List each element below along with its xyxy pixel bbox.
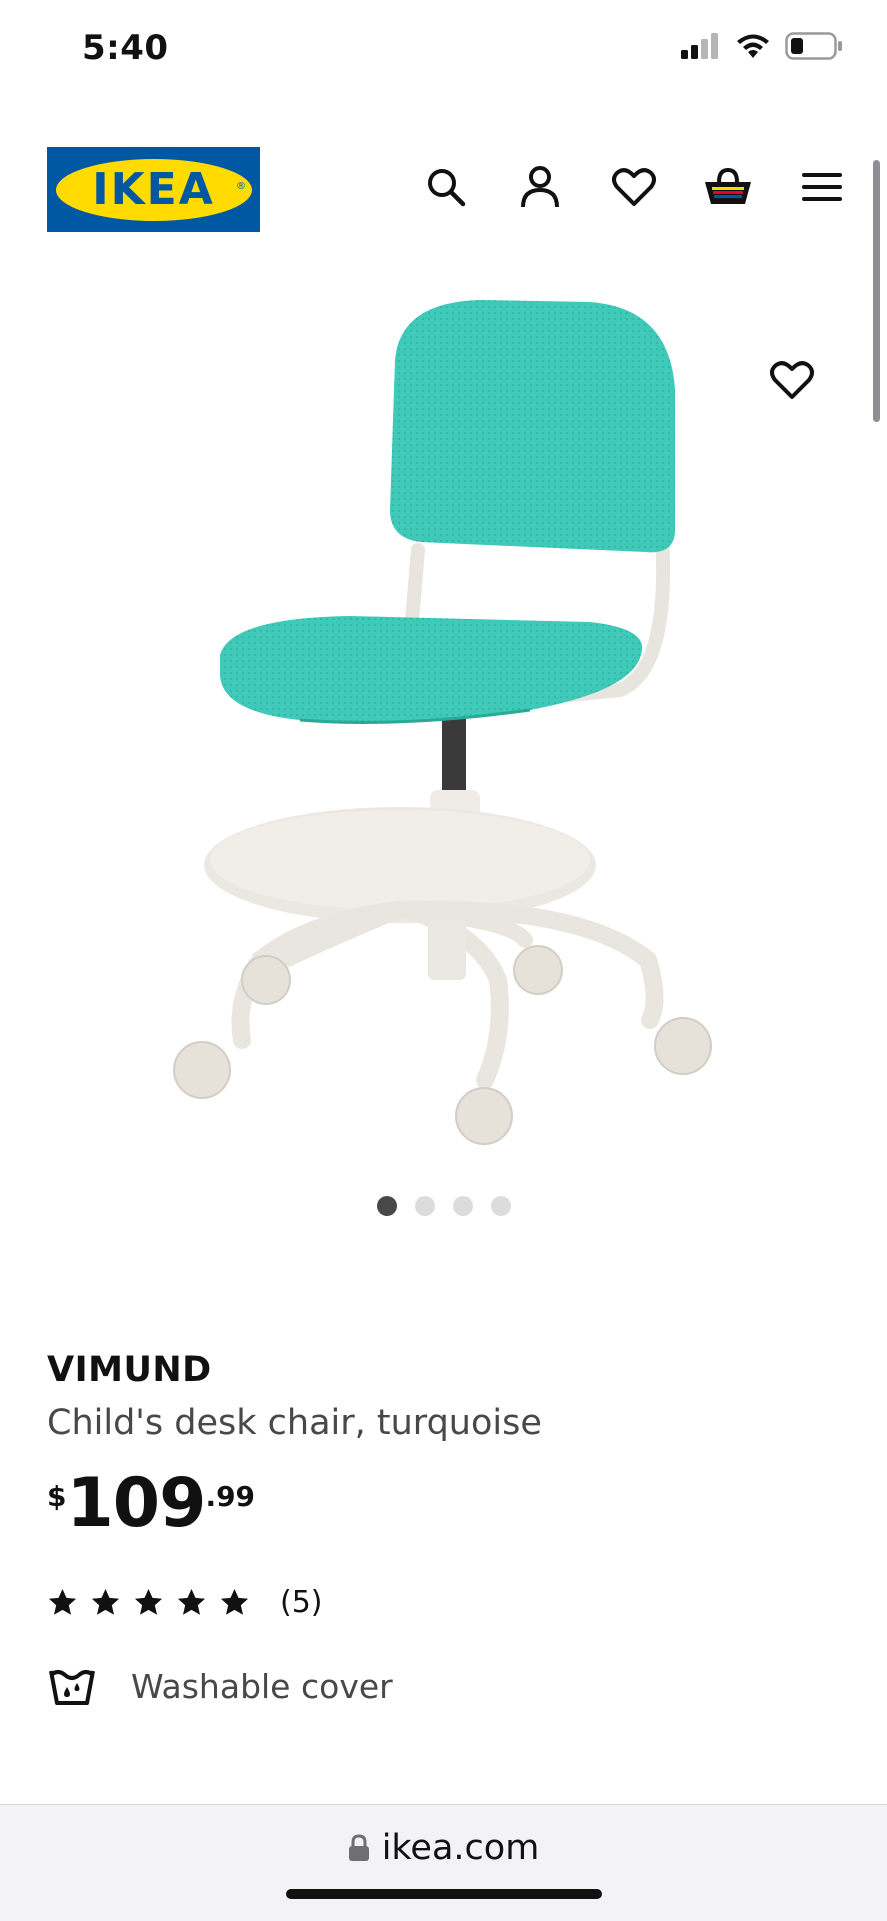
product-name: VIMUND <box>47 1350 212 1390</box>
rating-count[interactable]: (5) <box>280 1585 323 1620</box>
gallery-pagination <box>0 1196 887 1216</box>
address-bar[interactable]: ikea.com <box>0 1828 887 1868</box>
home-indicator[interactable] <box>286 1889 602 1899</box>
washable-icon <box>49 1670 95 1705</box>
search-icon <box>428 169 466 207</box>
star-icon <box>134 1588 163 1615</box>
product-rating[interactable]: (5) <box>47 1585 323 1620</box>
product-description: Child's desk chair, turquoise <box>47 1403 542 1443</box>
heart-icon <box>612 168 656 206</box>
url-text[interactable]: ikea.com <box>382 1828 540 1868</box>
cart-button[interactable] <box>703 162 753 212</box>
account-icon <box>521 166 559 208</box>
logo-registered-mark: ® <box>236 181 246 192</box>
status-time: 5:40 <box>82 28 169 68</box>
star-icon <box>177 1588 206 1615</box>
search-button[interactable] <box>421 162 471 212</box>
logo-text: IKEA <box>92 163 215 215</box>
wifi-icon <box>737 34 769 58</box>
logo-ellipse: IKEA <box>55 158 252 221</box>
page-scrollbar[interactable] <box>873 160 880 422</box>
status-icons <box>681 32 843 60</box>
price-currency: $ <box>47 1480 67 1513</box>
account-button[interactable] <box>515 162 565 212</box>
gallery-dot[interactable] <box>376 1196 397 1216</box>
star-icon <box>48 1588 77 1615</box>
cellular-signal-icon <box>681 33 718 59</box>
gallery-dot[interactable] <box>452 1196 473 1216</box>
star-icon <box>91 1588 120 1615</box>
price-decimal: .99 <box>205 1480 256 1513</box>
gallery-dot[interactable] <box>490 1196 511 1216</box>
product-favourite-button[interactable] <box>762 350 822 410</box>
menu-icon <box>802 173 842 201</box>
star-icon <box>220 1588 249 1615</box>
menu-button[interactable] <box>797 162 847 212</box>
lock-icon <box>348 1834 369 1861</box>
cart-icon <box>705 167 751 204</box>
product-price: $ 109 .99 <box>47 1470 255 1538</box>
battery-icon <box>785 32 842 60</box>
product-feature: Washable cover <box>47 1665 393 1707</box>
header-nav <box>421 162 847 212</box>
ikea-logo[interactable]: IKEA ® <box>47 147 260 232</box>
favourites-button[interactable] <box>609 162 659 212</box>
price-integer: 109 <box>66 1464 206 1543</box>
heart-icon <box>770 361 814 399</box>
feature-label: Washable cover <box>131 1666 393 1706</box>
gallery-dot[interactable] <box>414 1196 435 1216</box>
product-image[interactable] <box>150 280 750 1180</box>
